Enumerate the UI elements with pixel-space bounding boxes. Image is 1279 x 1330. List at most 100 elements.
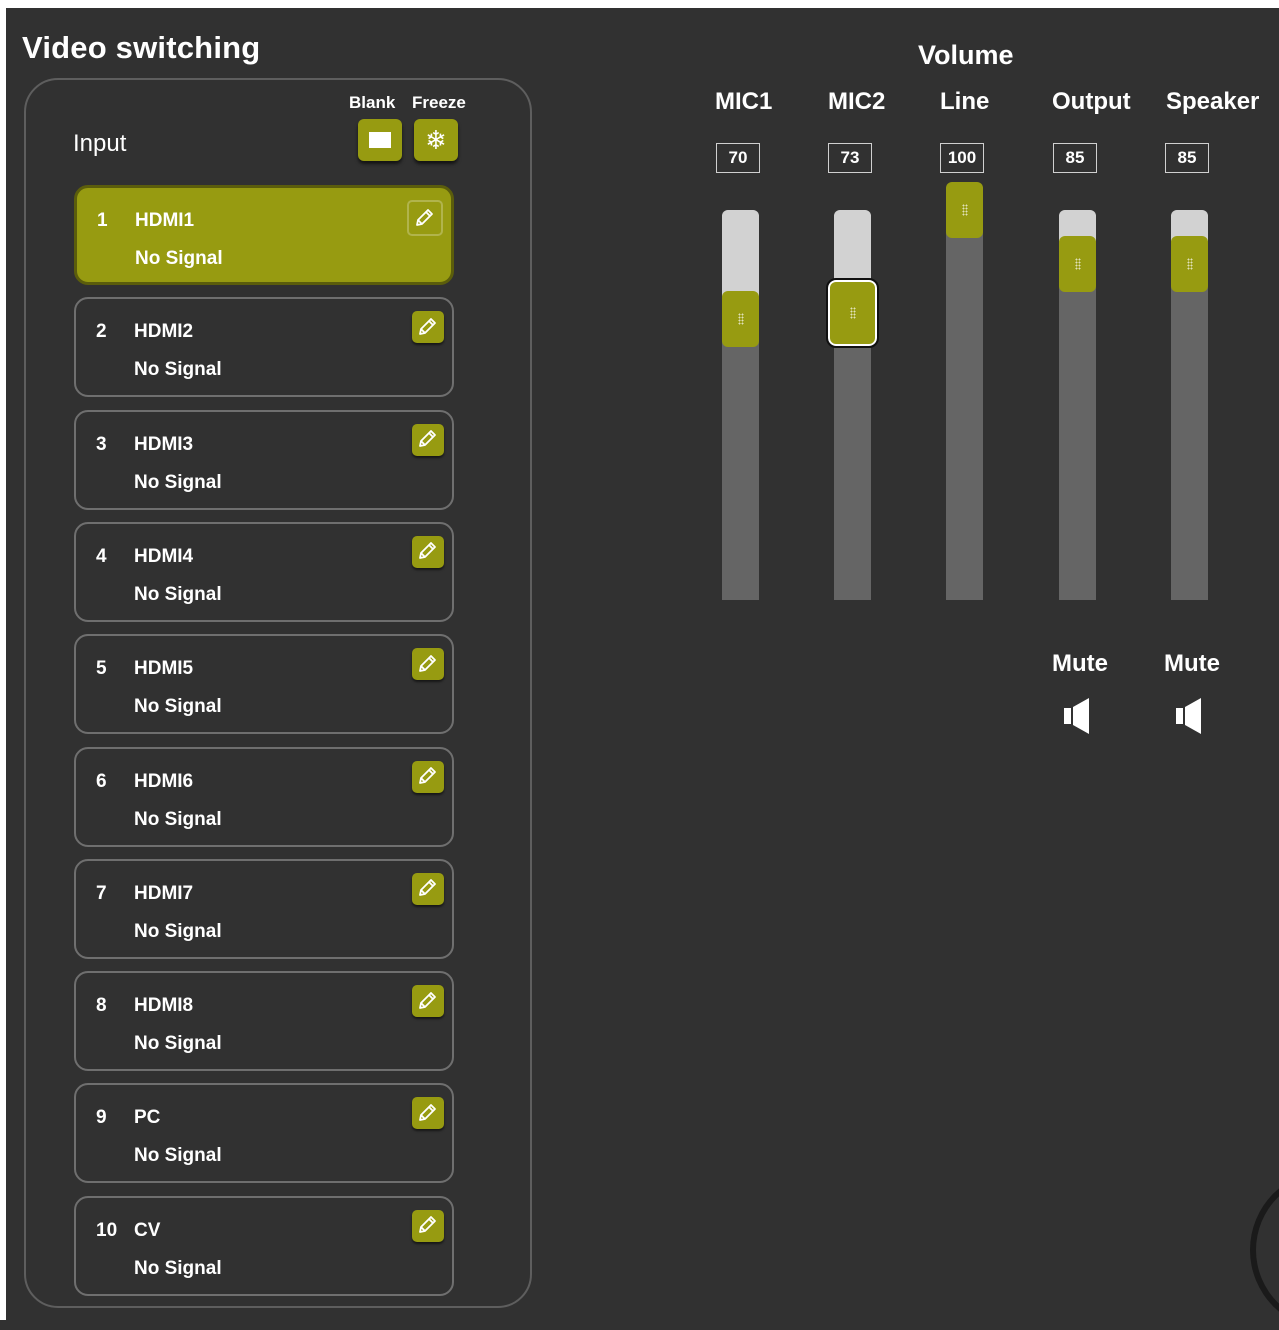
- freeze-label: Freeze: [412, 93, 466, 112]
- input-button-2[interactable]: 2 HDMI2 No Signal: [74, 297, 454, 398]
- mute-button-speaker[interactable]: [1171, 694, 1211, 738]
- input-name: CV: [134, 1219, 161, 1241]
- volume-slider-mic1[interactable]: [722, 210, 759, 600]
- input-name: HDMI5: [134, 658, 194, 680]
- speaker-icon: [1059, 698, 1099, 742]
- volume-value-mic1[interactable]: 70: [716, 143, 760, 173]
- edit-input-button[interactable]: [412, 1209, 444, 1242]
- edit-input-button[interactable]: [407, 200, 443, 236]
- pencil-icon: [417, 538, 439, 565]
- input-number: 1: [97, 210, 108, 231]
- input-number: 9: [96, 1107, 107, 1129]
- speaker-icon: [1171, 698, 1211, 742]
- volume-value-line[interactable]: 100: [940, 143, 984, 173]
- slider-thumb-mic1[interactable]: [722, 290, 759, 347]
- input-name: HDMI7: [134, 882, 194, 904]
- input-status: No Signal: [134, 920, 222, 942]
- input-status: No Signal: [134, 583, 222, 605]
- blank-button[interactable]: [358, 119, 402, 161]
- input-button-8[interactable]: 8 HDMI8 No Signal: [74, 971, 454, 1072]
- mute-button-output[interactable]: [1059, 694, 1099, 738]
- edit-input-button[interactable]: [412, 985, 444, 1018]
- input-number: 4: [96, 545, 107, 567]
- input-button-7[interactable]: 7 HDMI7 No Signal: [74, 858, 454, 959]
- edit-input-button[interactable]: [412, 648, 444, 681]
- grip-icon: [1074, 258, 1081, 271]
- input-number: 8: [96, 995, 107, 1017]
- edit-input-button[interactable]: [412, 872, 444, 905]
- grip-icon: [737, 312, 744, 325]
- blank-label: Blank: [349, 93, 396, 112]
- corner-dial-decoration: [1250, 1170, 1279, 1330]
- mute-label: Mute: [1164, 650, 1220, 677]
- slider-thumb-line[interactable]: [946, 182, 983, 238]
- pencil-icon: [417, 426, 439, 453]
- pencil-icon: [417, 651, 439, 678]
- input-status: No Signal: [135, 248, 223, 269]
- input-button-1[interactable]: 1 HDMI1 No Signal: [74, 185, 454, 285]
- volume-slider-line[interactable]: [946, 182, 983, 600]
- window-left-edge: [0, 0, 6, 1320]
- volume-slider-output[interactable]: [1059, 210, 1096, 600]
- input-button-3[interactable]: 3 HDMI3 No Signal: [74, 409, 454, 510]
- input-status: No Signal: [134, 1257, 222, 1279]
- volume-slider-mic2[interactable]: [826, 210, 879, 600]
- pencil-icon: [417, 988, 439, 1015]
- volume-label-line: Line: [940, 88, 990, 115]
- input-name: HDMI6: [134, 770, 194, 792]
- edit-input-button[interactable]: [412, 423, 444, 456]
- grip-icon: [849, 306, 856, 319]
- input-status: No Signal: [134, 359, 222, 381]
- volume-label-mic1: MIC1: [715, 88, 773, 115]
- pencil-icon: [417, 763, 439, 790]
- slider-thumb-speaker[interactable]: [1171, 236, 1208, 293]
- input-status: No Signal: [134, 471, 222, 493]
- input-button-4[interactable]: 4 HDMI4 No Signal: [74, 521, 454, 622]
- edit-input-button[interactable]: [412, 1097, 444, 1130]
- input-name: HDMI1: [135, 210, 195, 231]
- freeze-button[interactable]: ❄: [414, 119, 458, 161]
- pencil-icon: [417, 1100, 439, 1127]
- input-number: 7: [96, 882, 107, 904]
- input-number: 6: [96, 770, 107, 792]
- blank-icon: [369, 132, 391, 148]
- section-title-video-switching: Video switching: [22, 30, 261, 65]
- pencil-icon: [417, 314, 439, 341]
- input-number: 5: [96, 658, 107, 680]
- input-number: 10: [96, 1219, 118, 1241]
- volume-slider-speaker[interactable]: [1171, 210, 1208, 600]
- section-title-volume: Volume: [918, 40, 1014, 70]
- input-button-6[interactable]: 6 HDMI6 No Signal: [74, 746, 454, 847]
- input-status: No Signal: [134, 1033, 222, 1055]
- input-name: HDMI8: [134, 995, 194, 1017]
- input-status: No Signal: [134, 808, 222, 830]
- volume-label-output: Output: [1052, 88, 1131, 115]
- volume-label-mic2: MIC2: [828, 88, 886, 115]
- input-status: No Signal: [134, 1145, 222, 1167]
- volume-value-output[interactable]: 85: [1053, 143, 1097, 173]
- input-name: HDMI3: [134, 433, 194, 455]
- edit-input-button[interactable]: [412, 535, 444, 568]
- input-number: 3: [96, 433, 107, 455]
- grip-icon: [1186, 258, 1193, 271]
- slider-thumb-output[interactable]: [1059, 236, 1096, 293]
- snowflake-icon: ❄: [425, 125, 447, 155]
- input-button-5[interactable]: 5 HDMI5 No Signal: [74, 634, 454, 735]
- input-button-10[interactable]: 10 CV No Signal: [74, 1195, 454, 1296]
- edit-input-button[interactable]: [412, 311, 444, 344]
- input-button-9[interactable]: 9 PC No Signal: [74, 1083, 454, 1184]
- window-top-edge: [0, 0, 1279, 8]
- volume-value-speaker[interactable]: 85: [1165, 143, 1209, 173]
- pencil-icon: [417, 875, 439, 902]
- grip-icon: [961, 204, 968, 216]
- volume-value-mic2[interactable]: 73: [828, 143, 872, 173]
- pencil-icon: [414, 205, 436, 232]
- pencil-icon: [417, 1212, 439, 1239]
- input-name: HDMI2: [134, 321, 194, 343]
- input-name: HDMI4: [134, 545, 194, 567]
- input-label: Input: [73, 130, 127, 157]
- input-status: No Signal: [134, 696, 222, 718]
- slider-thumb-mic2[interactable]: [826, 277, 879, 348]
- mute-label: Mute: [1052, 650, 1108, 677]
- edit-input-button[interactable]: [412, 760, 444, 793]
